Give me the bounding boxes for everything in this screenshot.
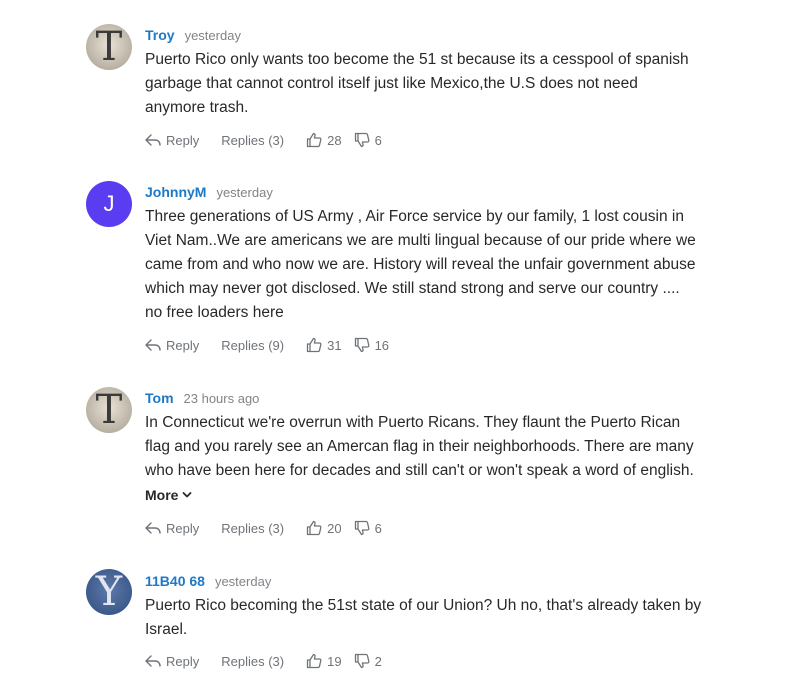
comment-author[interactable]: Tom xyxy=(145,390,174,406)
reply-button[interactable]: Reply xyxy=(145,338,199,353)
comment-line: Puerto Rico becoming the 51st state of o… xyxy=(145,597,702,614)
reply-button[interactable]: Reply xyxy=(145,133,199,148)
upvote-count: 20 xyxy=(327,520,342,536)
upvote-button[interactable]: 19 xyxy=(306,653,342,669)
comment-author[interactable]: 11B40 68 xyxy=(145,573,205,589)
reply-icon xyxy=(145,133,161,147)
thumbs-up-icon xyxy=(306,337,322,353)
comment-line: Three generations of US Army , Air Force… xyxy=(145,208,684,225)
avatar-initial: T xyxy=(95,24,123,70)
replies-button[interactable]: Replies (3) xyxy=(221,521,284,536)
replies-button[interactable]: Replies (3) xyxy=(221,654,284,669)
reply-icon xyxy=(145,338,161,352)
chevron-down-icon xyxy=(182,491,192,499)
comment-actions: Reply Replies (3) 28 6 xyxy=(145,130,382,150)
avatar-initial: Y xyxy=(95,569,123,615)
downvote-count: 6 xyxy=(374,132,382,148)
thumbs-down-icon xyxy=(354,132,370,148)
comment-time: yesterday xyxy=(214,574,272,589)
avatar[interactable]: J xyxy=(86,181,132,227)
upvote-count: 31 xyxy=(327,337,342,353)
comment-author[interactable]: Troy xyxy=(145,27,175,43)
avatar-initial: T xyxy=(95,387,123,433)
reply-label: Reply xyxy=(166,132,200,148)
comment-time: 23 hours ago xyxy=(183,391,260,406)
downvote-button[interactable]: 6 xyxy=(354,132,382,148)
downvote-count: 6 xyxy=(374,520,382,536)
reply-label: Reply xyxy=(166,520,200,536)
thumbs-down-icon xyxy=(354,520,370,536)
comment-line: Israel. xyxy=(145,621,188,638)
more-button[interactable]: More xyxy=(145,487,192,503)
comment-line: garbage that cannot control itself just … xyxy=(145,75,638,92)
comment-time: yesterday xyxy=(216,185,273,200)
comment-line: who have been here for decades and still… xyxy=(145,462,694,479)
comment-actions: Reply Replies (9) 31 16 xyxy=(145,335,389,355)
upvote-button[interactable]: 28 xyxy=(306,132,342,148)
comment-body: Puerto Rico becoming the 51st state of o… xyxy=(145,594,745,642)
comment-line: In Connecticut we're overrun with Puerto… xyxy=(145,414,681,431)
reply-icon xyxy=(145,654,161,668)
avatar[interactable]: Y xyxy=(86,569,132,615)
reply-icon xyxy=(145,521,161,535)
avatar[interactable]: T xyxy=(86,24,132,70)
thumbs-down-icon xyxy=(354,337,370,353)
replies-button[interactable]: Replies (3) xyxy=(221,133,284,148)
thumbs-up-icon xyxy=(306,132,322,148)
downvote-count: 16 xyxy=(374,337,390,353)
downvote-button[interactable]: 6 xyxy=(354,520,382,536)
avatar-initial: J xyxy=(103,191,115,216)
comment-line: came from and who now we are. History wi… xyxy=(145,256,696,273)
thumbs-down-icon xyxy=(354,653,370,669)
upvote-button[interactable]: 20 xyxy=(306,520,342,536)
replies-button[interactable]: Replies (9) xyxy=(221,338,284,353)
thumbs-up-icon xyxy=(306,653,322,669)
comment-time: yesterday xyxy=(184,28,241,43)
comment-body: Three generations of US Army , Air Force… xyxy=(145,205,745,325)
comment-actions: Reply Replies (3) 19 2 xyxy=(145,651,382,671)
reply-button[interactable]: Reply xyxy=(145,654,199,669)
reply-label: Reply xyxy=(166,337,200,353)
comment-line: flag and you rarely see an Amercan flag … xyxy=(145,438,694,455)
reply-label: Reply xyxy=(166,653,200,669)
reply-button[interactable]: Reply xyxy=(145,521,199,536)
downvote-count: 2 xyxy=(374,653,382,669)
comment-line: anymore trash. xyxy=(145,99,249,116)
comment-line: Viet Nam..We are americans we are multi … xyxy=(145,232,696,249)
comment-line: no free loaders here xyxy=(145,304,284,321)
downvote-button[interactable]: 2 xyxy=(354,653,382,669)
comment-line: which may never got disclosed. We still … xyxy=(145,280,680,297)
comment-author[interactable]: JohnnyM xyxy=(145,184,206,200)
comment-actions: Reply Replies (3) 20 6 xyxy=(145,518,382,538)
comment-line: Puerto Rico only wants too become the 51… xyxy=(145,51,689,68)
comment-body: Puerto Rico only wants too become the 51… xyxy=(145,48,745,120)
downvote-button[interactable]: 16 xyxy=(354,337,389,353)
more-label: More xyxy=(145,487,179,503)
upvote-count: 28 xyxy=(327,132,342,148)
upvote-count: 19 xyxy=(327,653,342,669)
avatar[interactable]: T xyxy=(86,387,132,433)
upvote-button[interactable]: 31 xyxy=(306,337,342,353)
comment-body: In Connecticut we're overrun with Puerto… xyxy=(145,411,745,483)
thumbs-up-icon xyxy=(306,520,322,536)
